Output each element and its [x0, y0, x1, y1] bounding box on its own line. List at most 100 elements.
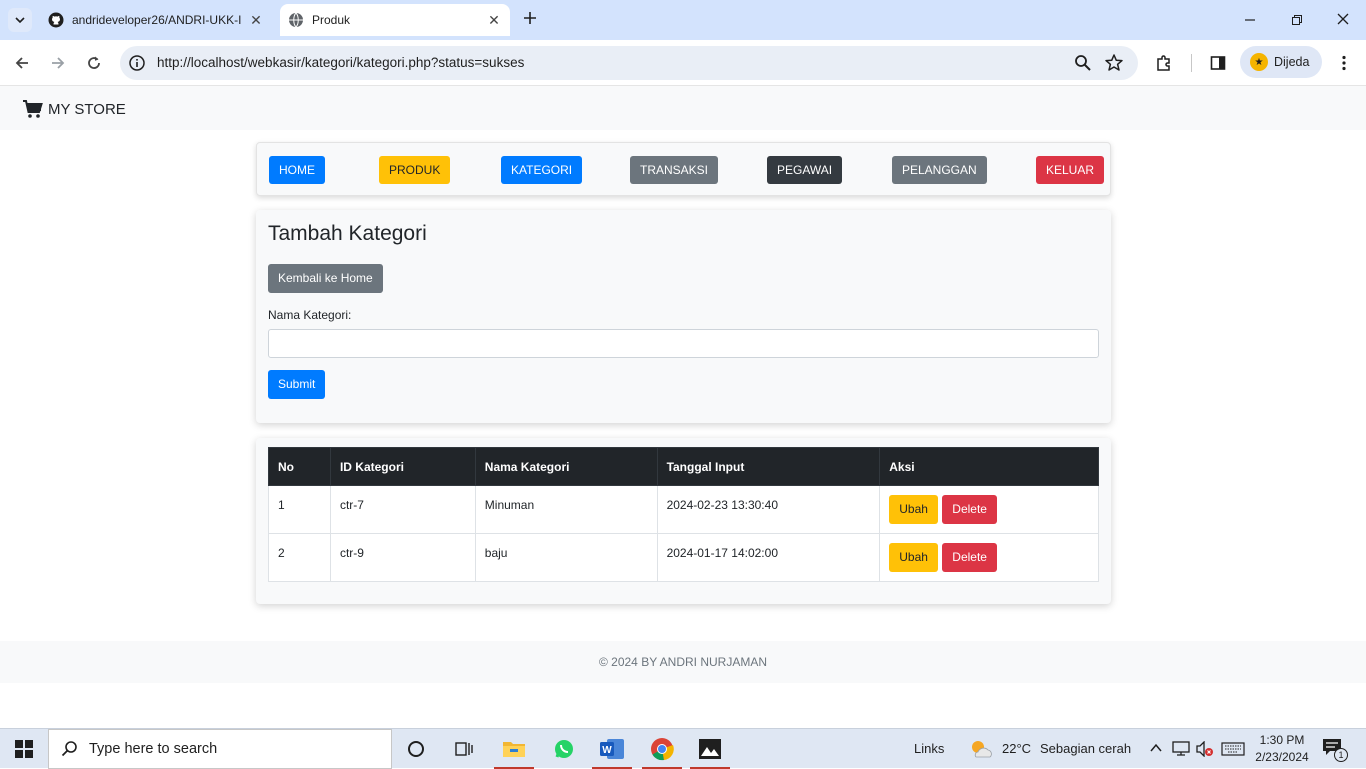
category-table-card: No ID Kategori Nama Kategori Tanggal Inp… — [256, 438, 1111, 604]
cell-no: 2 — [268, 533, 331, 582]
delete-button[interactable]: Delete — [942, 495, 997, 524]
notification-count: 1 — [1334, 748, 1348, 762]
plus-icon — [524, 12, 536, 24]
chevron-up-icon[interactable] — [1150, 743, 1162, 753]
table-row: 2 ctr-9 baju 2024-01-17 14:02:00 Ubah De… — [268, 533, 1099, 582]
arrow-left-icon — [15, 57, 28, 69]
address-bar[interactable]: http://localhost/webkasir/kategori/kateg… — [120, 46, 1138, 80]
table-header-row: No ID Kategori Nama Kategori Tanggal Inp… — [268, 447, 1099, 486]
puzzle-icon — [1157, 55, 1170, 71]
start-button[interactable] — [0, 729, 48, 769]
menu-kategori-button[interactable]: KATEGORI — [501, 156, 583, 184]
browser-menu-button[interactable] — [1332, 51, 1356, 75]
brand-link[interactable]: MY STORE — [22, 99, 126, 119]
forward-button[interactable] — [46, 51, 70, 75]
profile-button[interactable]: ★ Dijeda — [1240, 46, 1322, 78]
clock-date: 2/23/2024 — [1255, 750, 1309, 764]
cell-aksi: Ubah Delete — [879, 533, 1099, 582]
svg-text:W: W — [602, 745, 612, 756]
cell-no: 1 — [268, 485, 331, 534]
table-row: 1 ctr-7 Minuman 2024-02-23 13:30:40 Ubah… — [268, 485, 1099, 534]
whatsapp-icon — [555, 740, 573, 758]
menu-pelanggan-button[interactable]: PELANGGAN — [892, 156, 987, 184]
minimize-icon — [1245, 19, 1255, 21]
weather-temp[interactable]: 22°C — [1002, 741, 1031, 756]
cell-nama: Minuman — [474, 485, 658, 534]
column-header: Tanggal Input — [656, 447, 881, 486]
avatar: ★ — [1250, 53, 1268, 71]
category-name-label: Nama Kategori: — [268, 308, 352, 322]
keyboard-icon[interactable] — [1221, 742, 1245, 756]
extensions-button[interactable] — [1152, 51, 1176, 75]
cortana-button[interactable] — [392, 729, 440, 769]
bookmark-star-icon[interactable] — [1104, 53, 1124, 73]
cell-id: ctr-9 — [329, 533, 476, 582]
menu-keluar-button[interactable]: KELUAR — [1036, 156, 1105, 184]
column-header: ID Kategori — [329, 447, 476, 486]
network-icon[interactable] — [1172, 741, 1190, 757]
search-placeholder: Type here to search — [89, 741, 218, 757]
close-icon[interactable]: ✕ — [248, 12, 264, 28]
cell-tanggal: 2024-01-17 14:02:00 — [656, 533, 881, 582]
main-menu: HOME PRODUK KATEGORI TRANSAKSI PEGAWAI P… — [256, 142, 1111, 196]
taskbar: Type here to search W Links 22°C Sebagia… — [0, 728, 1366, 769]
tab-search-button[interactable] — [8, 8, 32, 32]
delete-button[interactable]: Delete — [942, 543, 997, 572]
close-icon[interactable]: ✕ — [486, 12, 502, 28]
search-icon — [61, 741, 77, 757]
browser-tab-github[interactable]: andrideveloper26/ANDRI-UKK-I ✕ — [40, 4, 272, 36]
menu-home-button[interactable]: HOME — [269, 156, 325, 184]
weather-icon[interactable] — [968, 737, 994, 761]
github-icon — [48, 12, 64, 28]
windows-icon — [15, 740, 33, 758]
cortana-icon — [408, 741, 424, 757]
side-panel-button[interactable] — [1206, 51, 1230, 75]
tab-title: Produk — [312, 13, 351, 27]
zoom-icon[interactable] — [1074, 54, 1092, 72]
globe-icon — [288, 12, 304, 28]
cart-icon — [23, 100, 43, 118]
file-explorer-button[interactable] — [490, 729, 538, 769]
word-button[interactable]: W — [588, 729, 636, 769]
links-toolbar[interactable]: Links — [914, 741, 944, 756]
task-view-icon — [455, 742, 473, 756]
back-button[interactable] — [10, 51, 34, 75]
reload-button[interactable] — [82, 51, 106, 75]
url-text: http://localhost/webkasir/kategori/kateg… — [157, 55, 525, 70]
edit-button[interactable]: Ubah — [889, 543, 938, 572]
whatsapp-button[interactable] — [540, 729, 588, 769]
weather-description[interactable]: Sebagian cerah — [1040, 741, 1131, 756]
close-icon — [1337, 13, 1349, 25]
restore-icon — [1292, 15, 1302, 25]
taskbar-search[interactable]: Type here to search — [48, 729, 392, 769]
browser-tab-produk[interactable]: Produk ✕ — [280, 4, 510, 36]
cell-aksi: Ubah Delete — [879, 485, 1099, 534]
category-name-input[interactable] — [268, 329, 1099, 358]
back-home-button[interactable]: Kembali ke Home — [268, 264, 383, 293]
arrow-right-icon — [52, 57, 65, 69]
menu-transaksi-button[interactable]: TRANSAKSI — [630, 156, 719, 184]
new-tab-button[interactable] — [520, 10, 540, 30]
clock-time: 1:30 PM — [1259, 733, 1305, 747]
column-header: No — [268, 447, 331, 486]
minimize-button[interactable] — [1238, 8, 1262, 32]
volume-muted-icon[interactable] — [1196, 741, 1214, 757]
submit-button[interactable]: Submit — [268, 370, 326, 399]
photos-button[interactable] — [686, 729, 734, 769]
chrome-button[interactable] — [638, 729, 686, 769]
add-category-form: Tambah Kategori Kembali ke Home Nama Kat… — [256, 210, 1111, 423]
notification-center-button[interactable]: 1 — [1322, 738, 1348, 762]
chrome-icon — [651, 738, 674, 761]
web-page: MY STORE HOME PRODUK KATEGORI TRANSAKSI … — [0, 86, 1366, 728]
clock[interactable]: 1:30 PM 2/23/2024 — [1250, 732, 1314, 766]
menu-produk-button[interactable]: PRODUK — [379, 156, 451, 184]
edit-button[interactable]: Ubah — [889, 495, 938, 524]
task-view-button[interactable] — [440, 729, 488, 769]
profile-name: Dijeda — [1274, 55, 1310, 69]
close-window-button[interactable] — [1331, 8, 1355, 32]
cell-nama: baju — [474, 533, 658, 582]
restore-button[interactable] — [1285, 8, 1309, 32]
menu-pegawai-button[interactable]: PEGAWAI — [767, 156, 843, 184]
site-info-icon[interactable] — [128, 54, 146, 72]
navbar: MY STORE — [0, 86, 1366, 130]
